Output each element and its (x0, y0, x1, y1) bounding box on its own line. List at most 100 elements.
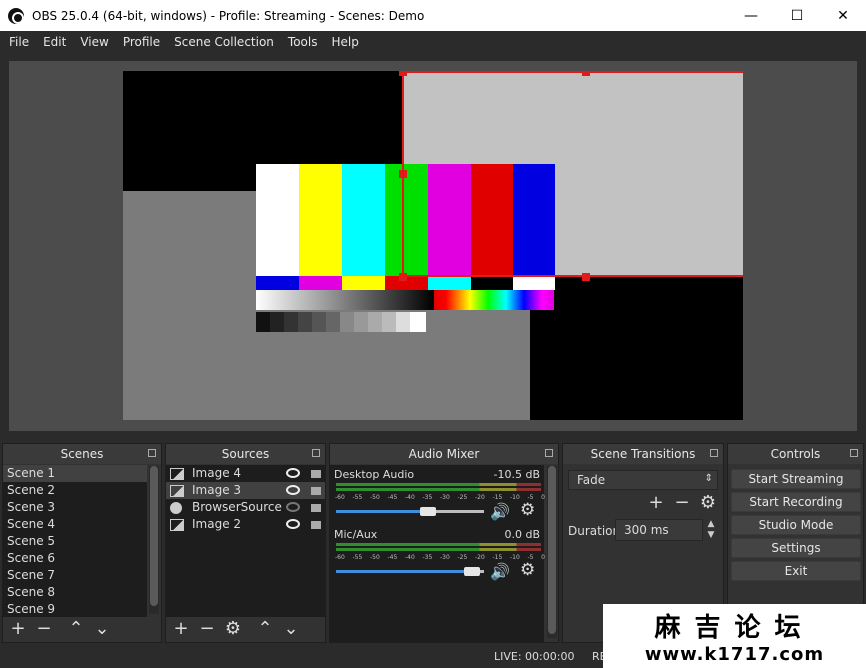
meter-ticks: -60 -55 -50 -45 -40 -35 -30 -25 -20 -15 -10 -5 0 (335, 554, 545, 561)
scene-item[interactable]: Scene 2 (3, 482, 147, 499)
watermark-title: 麻吉论坛 (654, 613, 815, 643)
scene-item[interactable]: Scene 8 (3, 584, 147, 601)
move-down-icon[interactable]: ⌄ (93, 620, 111, 638)
source-item[interactable]: Image 4 (166, 465, 325, 482)
scene-item[interactable]: Scene 4 (3, 516, 147, 533)
source-item[interactable]: Image 3 (166, 482, 325, 499)
gray-step-bar (256, 312, 426, 332)
add-transition-icon[interactable]: + (647, 494, 665, 512)
start-streaming-button[interactable]: Start Streaming (731, 469, 861, 489)
speaker-icon[interactable]: 🔊 (490, 562, 510, 581)
transition-select[interactable]: Fade ⇕ (568, 470, 718, 490)
undock-icon[interactable] (850, 449, 858, 457)
channel-desktop-audio: Desktop Audio -10.5 dB -60 -55 -50 -45 -40 -3… (330, 465, 545, 523)
scene-item[interactable]: Scene 9 (3, 601, 147, 618)
resize-handle-bl[interactable] (399, 273, 407, 281)
audio-mixer-dock-title: Audio Mixer (330, 444, 558, 464)
add-scene-icon[interactable]: + (9, 620, 27, 638)
add-source-icon[interactable]: + (172, 620, 190, 638)
source-item[interactable]: Image 2 (166, 516, 325, 533)
watermark: 麻吉论坛 www.k1717.com (603, 604, 866, 668)
eye-icon[interactable] (286, 485, 300, 495)
scene-item[interactable]: Scene 7 (3, 567, 147, 584)
undock-icon[interactable] (545, 449, 553, 457)
image-icon (170, 518, 184, 531)
chevron-down-icon[interactable]: ▼ (704, 530, 718, 541)
menu-tools[interactable]: Tools (281, 35, 325, 49)
duration-stepper[interactable]: ▲ ▼ (704, 519, 718, 541)
lock-icon[interactable] (311, 504, 321, 512)
eye-icon[interactable] (286, 468, 300, 478)
chevron-updown-icon: ⇕ (704, 473, 713, 484)
transition-toolbar: + − ⚙ (647, 494, 717, 512)
studio-mode-button[interactable]: Studio Mode (731, 515, 861, 535)
gear-icon[interactable]: ⚙ (520, 500, 535, 520)
source-selection-box[interactable] (402, 71, 743, 277)
live-timer: LIVE: 00:00:00 (494, 650, 575, 663)
speaker-icon[interactable]: 🔊 (490, 502, 510, 521)
lock-icon[interactable] (311, 470, 321, 478)
duration-input[interactable]: 300 ms (615, 519, 703, 541)
meter-ticks: -60 -55 -50 -45 -40 -35 -30 -25 -20 -15 -10 -5 0 (335, 494, 545, 501)
chevron-up-icon[interactable]: ▲ (704, 519, 718, 530)
channel-db: -10.5 dB (493, 468, 541, 481)
resize-handle-tm[interactable] (582, 71, 590, 76)
exit-button[interactable]: Exit (731, 561, 861, 581)
channel-mic-aux: Mic/Aux 0.0 dB -60 -55 -50 -45 -40 -35 -30 -25-… (330, 525, 545, 583)
move-up-icon[interactable]: ⌃ (256, 620, 274, 638)
eye-icon[interactable] (286, 519, 300, 529)
mixer-scrollbar[interactable] (547, 466, 557, 638)
undock-icon[interactable] (312, 449, 320, 457)
menu-edit[interactable]: Edit (36, 35, 73, 49)
scene-item[interactable]: Scene 3 (3, 499, 147, 516)
move-up-icon[interactable]: ⌃ (67, 620, 85, 638)
resize-handle-tl[interactable] (399, 71, 407, 76)
volume-slider-thumb[interactable] (420, 507, 436, 516)
scenes-toolbar: + − ⌃ ⌄ (9, 620, 111, 638)
scene-item[interactable]: Scene 1 (3, 465, 147, 482)
close-button[interactable]: ✕ (820, 0, 866, 31)
minimize-button[interactable]: — (728, 0, 774, 31)
scenes-dock: Scenes Scene 1 Scene 2 Scene 3 Scene 4 S… (2, 443, 162, 643)
volume-slider-fill (336, 570, 470, 573)
start-recording-button[interactable]: Start Recording (731, 492, 861, 512)
lock-icon[interactable] (311, 487, 321, 495)
scene-item[interactable]: Scene 5 (3, 533, 147, 550)
move-down-icon[interactable]: ⌄ (282, 620, 300, 638)
black-lower-right (530, 276, 743, 420)
remove-source-icon[interactable]: − (198, 620, 216, 638)
mixer-body: Desktop Audio -10.5 dB -60 -55 -50 -45 -40 -3… (330, 465, 545, 642)
menu-help[interactable]: Help (324, 35, 365, 49)
resize-handle-ml[interactable] (399, 170, 407, 178)
resize-handle-bm[interactable] (582, 273, 590, 281)
remove-transition-icon[interactable]: − (673, 494, 691, 512)
menu-view[interactable]: View (73, 35, 115, 49)
globe-icon (170, 501, 182, 514)
volume-slider-thumb[interactable] (464, 567, 480, 576)
controls-dock-title: Controls (728, 444, 863, 464)
rainbow-gradient-bar (434, 290, 554, 310)
undock-icon[interactable] (148, 449, 156, 457)
scenes-list[interactable]: Scene 1 Scene 2 Scene 3 Scene 4 Scene 5 … (3, 465, 147, 617)
undock-icon[interactable] (710, 449, 718, 457)
remove-scene-icon[interactable]: − (35, 620, 53, 638)
gear-icon[interactable]: ⚙ (699, 494, 717, 512)
sources-list[interactable]: Image 4 Image 3 BrowserSource Image 2 (166, 465, 325, 617)
channel-name: Desktop Audio (334, 468, 415, 481)
obs-logo-icon (8, 7, 24, 24)
scene-item[interactable]: Scene 6 (3, 550, 147, 567)
gear-icon[interactable]: ⚙ (224, 620, 242, 638)
preview-canvas-gray-lower (123, 332, 530, 420)
lock-icon[interactable] (311, 521, 321, 529)
maximize-button[interactable]: ☐ (774, 0, 820, 31)
scenes-scrollbar[interactable] (149, 466, 159, 614)
volume-slider-fill (336, 510, 428, 513)
gear-icon[interactable]: ⚙ (520, 560, 535, 580)
settings-button[interactable]: Settings (731, 538, 861, 558)
menu-profile[interactable]: Profile (116, 35, 167, 49)
menu-file[interactable]: File (2, 35, 36, 49)
watermark-url: www.k1717.com (644, 644, 825, 665)
source-item[interactable]: BrowserSource (166, 499, 325, 516)
menu-scene-collection[interactable]: Scene Collection (167, 35, 281, 49)
eye-hidden-icon[interactable] (286, 502, 300, 512)
